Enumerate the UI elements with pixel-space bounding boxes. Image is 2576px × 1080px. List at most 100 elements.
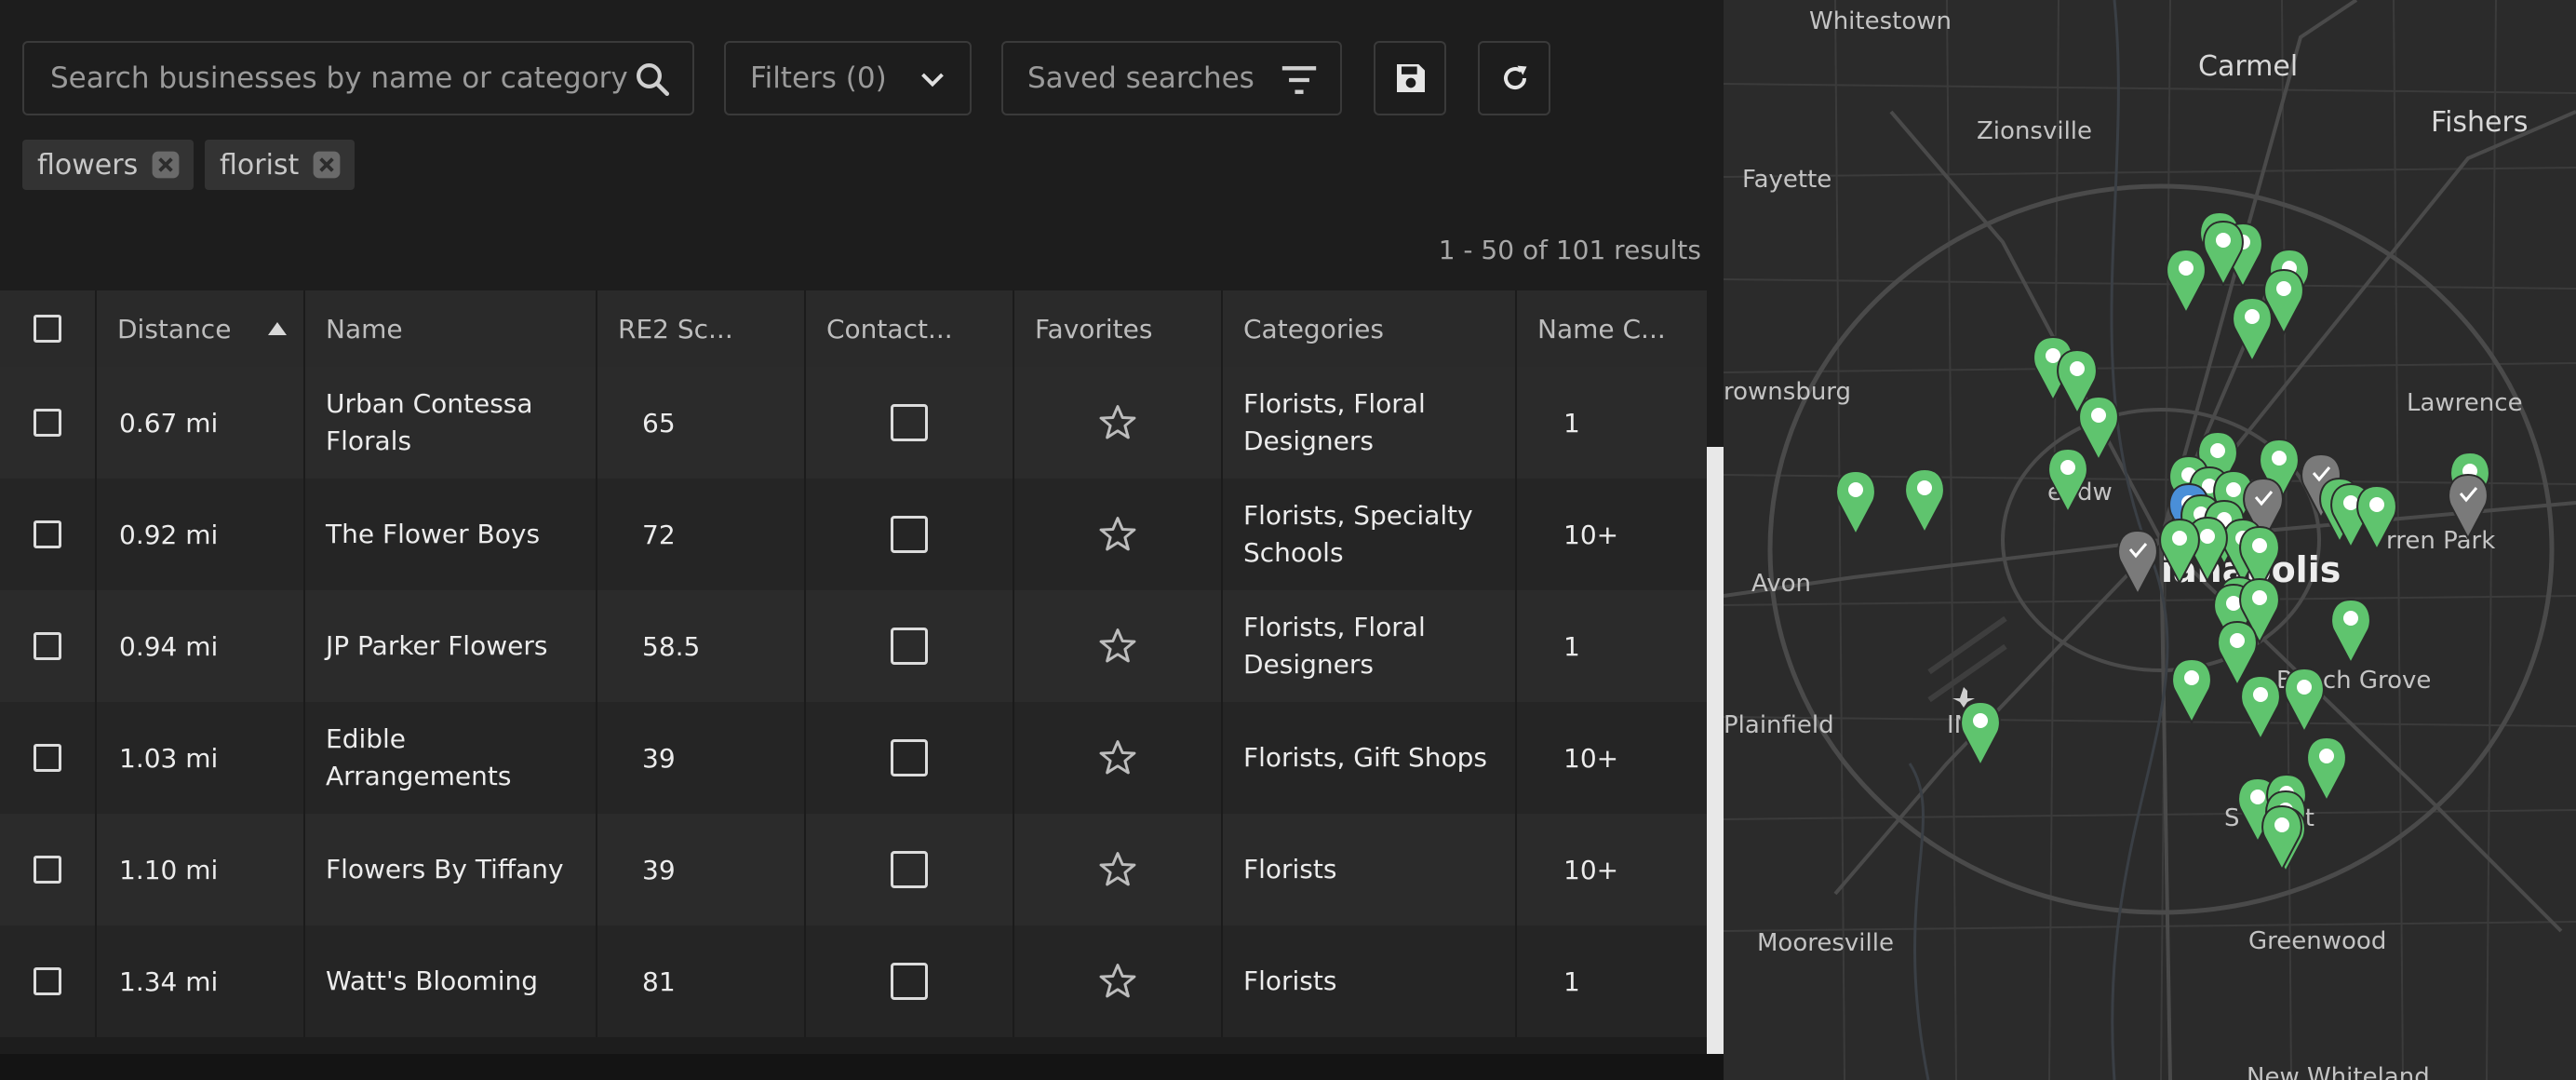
distance-value: 0.94 mi [119,630,219,662]
column-header-label: Favorites [1035,313,1153,344]
distance-cell: 1.03 mi [97,702,305,814]
business-name[interactable]: Flowers By Tiffany [326,851,564,888]
contacted-checkbox[interactable] [891,851,928,888]
search-icon[interactable] [633,60,672,99]
contacted-checkbox[interactable] [891,739,928,776]
row-checkbox[interactable] [34,967,61,995]
name-count-value: 10+ [1563,519,1619,550]
row-checkbox[interactable] [34,409,61,437]
map-pin-icon[interactable] [2117,529,2158,597]
map-view[interactable]: Whitestown Carmel Fishers Zionsville Fay… [1724,0,2576,1080]
table-row[interactable]: 1.34 mi Watt's Blooming 81 Florists 1 [0,925,1707,1037]
business-name[interactable]: The Flower Boys [326,516,540,553]
name-count-cell: 10+ [1517,479,1707,590]
column-header-favorites[interactable]: Favorites [1014,290,1223,367]
row-select-cell [0,814,97,925]
name-count-cell: 1 [1517,925,1707,1037]
column-header-contacted[interactable]: Contact... [806,290,1014,367]
search-input[interactable]: Search businesses by name or category [22,41,694,115]
star-icon[interactable] [1097,402,1138,443]
contacted-checkbox[interactable] [891,516,928,553]
map-pin-icon[interactable] [2078,395,2119,463]
app-root: Search businesses by name or category Fi… [0,0,2576,1080]
table-row[interactable]: 1.10 mi Flowers By Tiffany 39 Florists 10+ [0,814,1707,925]
close-icon[interactable] [312,150,342,180]
contacted-checkbox[interactable] [891,404,928,441]
star-icon[interactable] [1097,737,1138,778]
star-icon[interactable] [1097,849,1138,890]
map-pin-icon[interactable] [2166,248,2207,316]
re2-score-cell: 39 [597,814,806,925]
name-count-value: 10+ [1563,742,1619,774]
scrollbar-thumb[interactable] [1707,447,1724,1054]
categories-cell: Florists, Gift Shops [1223,702,1517,814]
select-all-checkbox[interactable] [34,315,61,343]
re2-score-value: 39 [642,854,676,885]
map-pin-icon[interactable] [2356,484,2397,552]
row-checkbox[interactable] [34,856,61,884]
column-header-re2-score[interactable]: RE2 Sc... [597,290,806,367]
panel-bottom-edge [0,1054,1724,1080]
chip-label: florist [220,148,300,182]
map-pin-icon[interactable] [2232,296,2273,364]
map-pin-icon[interactable] [2240,674,2281,742]
map-pin-icon[interactable] [2047,447,2088,515]
name-cell: The Flower Boys [305,479,597,590]
business-name[interactable]: Watt's Blooming [326,963,538,1000]
name-count-cell: 1 [1517,590,1707,702]
column-header-name[interactable]: Name [305,290,597,367]
floppy-disk-icon [1397,64,1425,92]
close-icon[interactable] [151,150,181,180]
name-cell: JP Parker Flowers [305,590,597,702]
select-all-cell [0,290,97,367]
re2-score-value: 39 [642,742,676,774]
re2-score-cell: 39 [597,702,806,814]
scrollbar-track [1707,290,1724,447]
refresh-icon [1504,65,1527,90]
contacted-checkbox[interactable] [891,963,928,1000]
favorites-cell [1014,925,1223,1037]
map-pin-icon[interactable] [2159,518,2200,586]
column-header-categories[interactable]: Categories [1223,290,1517,367]
business-name[interactable]: Edible Arrangements [326,721,583,795]
sort-ascending-icon [268,322,288,335]
map-pin-icon[interactable] [2171,657,2212,725]
row-checkbox[interactable] [34,520,61,548]
column-header-distance[interactable]: Distance [97,290,305,367]
re2-score-value: 65 [642,407,676,439]
map-pin-icon[interactable] [2306,736,2347,803]
map-pin-icon[interactable] [1960,700,2001,768]
table-row[interactable]: 0.92 mi The Flower Boys 72 Florists, Specia… [0,479,1707,590]
table-row[interactable]: 1.03 mi Edible Arrangements 39 Florists, Gi… [0,702,1707,814]
map-pin-icon[interactable] [2448,473,2489,541]
refresh-button[interactable] [1478,41,1550,115]
distance-value: 1.34 mi [119,965,219,997]
star-icon[interactable] [1097,626,1138,667]
map-pin-icon[interactable] [2217,620,2258,688]
column-header-name-count[interactable]: Name C... [1517,290,1707,367]
map-pin-icon[interactable] [1835,469,1876,537]
categories-value: Florists, Floral Designers [1243,612,1426,680]
saved-searches-dropdown[interactable]: Saved searches [1001,41,1342,115]
map-pin-icon[interactable] [2261,804,2302,872]
contacted-cell [806,590,1014,702]
filters-dropdown[interactable]: Filters (0) [724,41,972,115]
map-pin-icon[interactable] [2330,598,2371,666]
column-header-label: Contact... [826,313,953,344]
column-header-label: Name C... [1537,313,1666,344]
row-checkbox[interactable] [34,744,61,772]
re2-score-cell: 65 [597,367,806,479]
star-icon[interactable] [1097,961,1138,1002]
table-row[interactable]: 0.94 mi JP Parker Flowers 58.5 Florists, Fl… [0,590,1707,702]
contacted-checkbox[interactable] [891,628,928,665]
map-pin-icon[interactable] [1904,467,1945,535]
distance-cell: 0.92 mi [97,479,305,590]
map-pin-icon[interactable] [2284,667,2325,735]
results-panel: Search businesses by name or category Fi… [0,0,1724,1080]
star-icon[interactable] [1097,514,1138,555]
business-name[interactable]: Urban Contessa Florals [326,385,583,460]
table-row[interactable]: 0.67 mi Urban Contessa Florals 65 Florists,… [0,367,1707,479]
save-search-button[interactable] [1374,41,1446,115]
business-name[interactable]: JP Parker Flowers [326,628,547,665]
row-checkbox[interactable] [34,632,61,660]
